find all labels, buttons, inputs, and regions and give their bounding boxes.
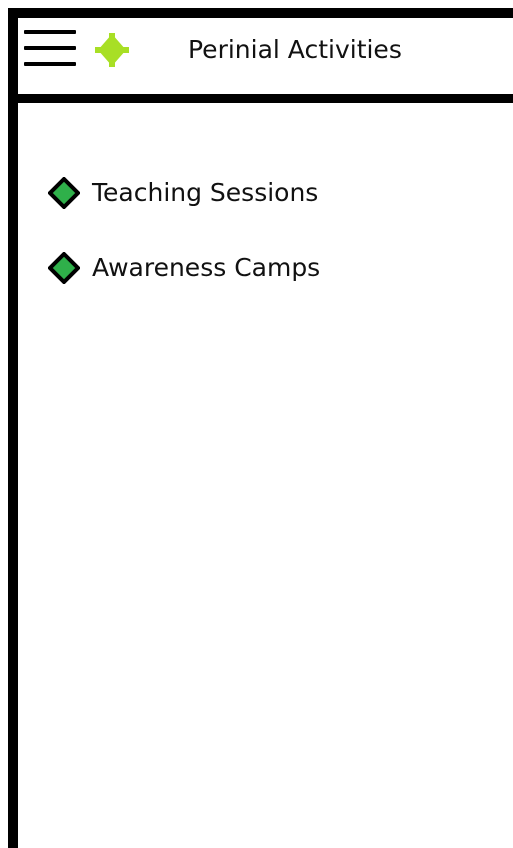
header-divider — [18, 94, 513, 103]
green-diamond-logo-icon — [95, 33, 129, 67]
page-title: Perinial Activities — [188, 35, 402, 64]
menu-button[interactable] — [24, 30, 82, 74]
diamond-bullet-icon — [48, 177, 80, 209]
activity-item-awareness-camps[interactable]: Awareness Camps — [48, 246, 378, 290]
app-header: Perinial Activities — [18, 18, 513, 94]
activity-label: Teaching Sessions — [92, 178, 319, 207]
diamond-bullet-icon — [48, 252, 80, 284]
activity-item-teaching-sessions[interactable]: Teaching Sessions — [48, 171, 378, 215]
activity-label: Awareness Camps — [92, 253, 321, 282]
activities-content: Teaching Sessions Awareness Camps — [18, 103, 513, 848]
menu-bar-icon — [24, 62, 76, 66]
app-frame: Perinial Activities Teaching Sessions Aw… — [8, 8, 513, 848]
menu-bar-icon — [24, 30, 76, 34]
menu-bar-icon — [24, 46, 76, 50]
